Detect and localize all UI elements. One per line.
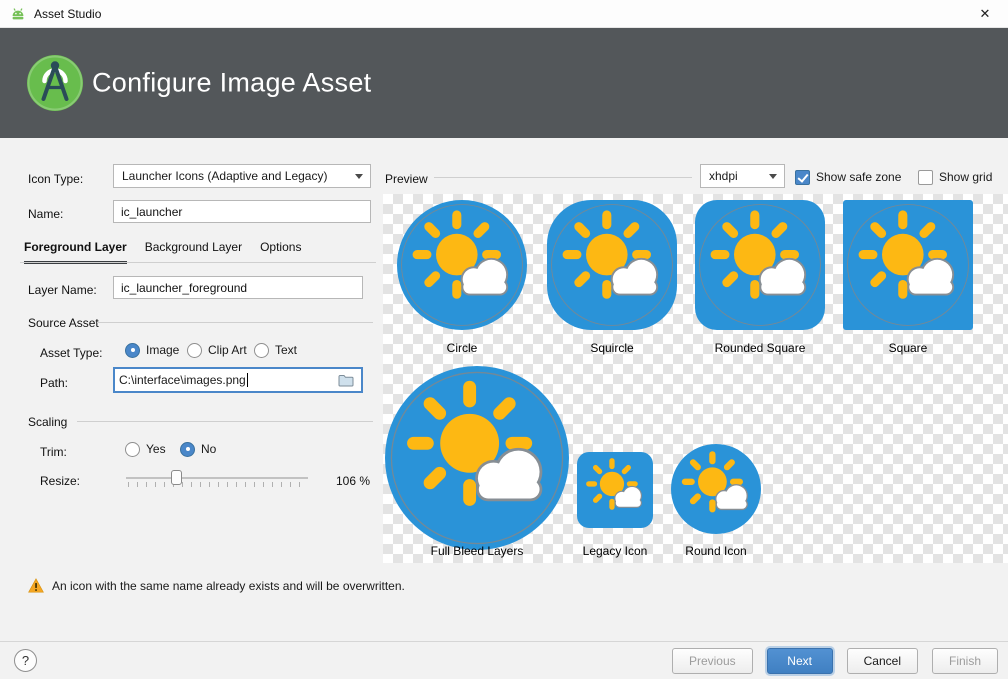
icon-type-select[interactable]: Launcher Icons (Adaptive and Legacy) xyxy=(113,164,371,188)
trim-radio-no[interactable]: No xyxy=(180,440,216,458)
close-button[interactable]: ✕ xyxy=(962,0,1008,28)
asset-type-label: Asset Type: xyxy=(40,344,102,362)
asset-type-radio-text[interactable]: Text xyxy=(254,341,297,359)
radio-icon xyxy=(187,343,202,358)
radio-label: Yes xyxy=(146,442,166,456)
tabs-separator xyxy=(20,262,376,263)
layer-tabs: Foreground Layer Background Layer Option… xyxy=(24,240,301,264)
icon-type-label: Icon Type: xyxy=(28,170,83,188)
trim-radio-yes[interactable]: Yes xyxy=(125,440,166,458)
show-grid-checkbox[interactable]: Show grid xyxy=(918,168,992,186)
slider-track[interactable] xyxy=(126,477,308,479)
resize-label: Resize: xyxy=(40,472,80,490)
preview-squircle-icon xyxy=(547,200,677,330)
source-asset-section-label: Source Asset xyxy=(28,314,99,332)
preview-label-rounded-square: Rounded Square xyxy=(695,341,825,355)
dialog-title: Configure Image Asset xyxy=(92,68,371,99)
android-studio-logo xyxy=(26,54,84,112)
preview-label-square: Square xyxy=(843,341,973,355)
radio-icon xyxy=(125,442,140,457)
preview-label-circle: Circle xyxy=(397,341,527,355)
titlebar: Asset Studio ✕ xyxy=(0,0,1008,28)
browse-button[interactable] xyxy=(335,370,357,390)
path-label: Path: xyxy=(40,374,68,392)
slider-thumb[interactable] xyxy=(171,470,182,485)
radio-label: Text xyxy=(275,343,297,357)
close-icon: ✕ xyxy=(980,6,991,21)
checkbox-icon xyxy=(795,170,810,185)
icon-type-value: Launcher Icons (Adaptive and Legacy) xyxy=(122,169,327,183)
asset-type-radio-image[interactable]: Image xyxy=(125,341,179,359)
preview-label-round: Round Icon xyxy=(651,544,781,558)
tab-foreground-layer[interactable]: Foreground Layer xyxy=(24,240,127,264)
name-value: ic_launcher xyxy=(121,205,182,219)
preview-rounded-square-icon xyxy=(695,200,825,330)
radio-label: Clip Art xyxy=(208,343,247,357)
name-input[interactable]: ic_launcher xyxy=(113,200,371,223)
asset-type-radio-clip-art[interactable]: Clip Art xyxy=(187,341,247,359)
show-safe-zone-checkbox[interactable]: Show safe zone xyxy=(795,168,901,186)
tab-background-layer[interactable]: Background Layer xyxy=(145,240,242,264)
checkbox-label: Show grid xyxy=(939,170,992,184)
android-icon xyxy=(10,6,26,22)
scaling-section-label: Scaling xyxy=(28,413,67,431)
preview-square-icon xyxy=(843,200,973,330)
radio-icon xyxy=(254,343,269,358)
preview-label-full-bleed: Full Bleed Layers xyxy=(385,544,569,558)
preview-canvas: Circle Squircle Rounded Square Square Fu… xyxy=(383,194,1008,563)
radio-icon xyxy=(125,343,140,358)
resize-value: 106 % xyxy=(322,472,370,490)
path-value: C:\interface\images.png xyxy=(119,373,246,387)
window-title: Asset Studio xyxy=(34,7,101,21)
preview-section-label: Preview xyxy=(385,170,428,188)
next-button[interactable]: Next xyxy=(767,648,833,674)
density-value: xhdpi xyxy=(709,169,738,183)
preview-full-bleed-icon xyxy=(385,366,569,550)
text-caret xyxy=(247,373,248,387)
checkbox-icon xyxy=(918,170,933,185)
warning-row: An icon with the same name already exist… xyxy=(28,578,405,593)
slider-ticks xyxy=(128,482,308,487)
preview-separator xyxy=(434,177,692,178)
preview-round-icon xyxy=(671,444,761,534)
checkbox-label: Show safe zone xyxy=(816,170,901,184)
source-asset-separator xyxy=(97,322,373,323)
radio-label: No xyxy=(201,442,216,456)
preview-legacy-icon xyxy=(577,452,653,528)
folder-icon xyxy=(338,374,354,387)
layer-name-value: ic_launcher_foreground xyxy=(121,281,247,295)
layer-name-label: Layer Name: xyxy=(28,281,97,299)
resize-slider[interactable] xyxy=(126,467,308,491)
trim-label: Trim: xyxy=(40,443,67,461)
warning-text: An icon with the same name already exist… xyxy=(52,579,405,593)
path-input[interactable]: C:\interface\images.png xyxy=(113,367,363,393)
previous-button[interactable]: Previous xyxy=(672,648,753,674)
preview-label-squircle: Squircle xyxy=(547,341,677,355)
finish-button[interactable]: Finish xyxy=(932,648,998,674)
warning-icon xyxy=(28,578,44,593)
asset-studio-window: Asset Studio ✕ Configure Image Asset Ico… xyxy=(0,0,1008,679)
chevron-down-icon xyxy=(355,174,363,179)
radio-label: Image xyxy=(146,343,179,357)
tab-options[interactable]: Options xyxy=(260,240,301,264)
chevron-down-icon xyxy=(769,174,777,179)
help-button[interactable]: ? xyxy=(14,649,37,672)
footer-bar: ? Previous Next Cancel Finish xyxy=(0,641,1008,679)
footer-buttons: Previous Next Cancel Finish xyxy=(672,648,998,674)
layer-name-input[interactable]: ic_launcher_foreground xyxy=(113,276,363,299)
preview-circle-icon xyxy=(397,200,527,330)
name-label: Name: xyxy=(28,205,63,223)
density-select[interactable]: xhdpi xyxy=(700,164,785,188)
radio-icon xyxy=(180,442,195,457)
scaling-separator xyxy=(77,421,373,422)
cancel-button[interactable]: Cancel xyxy=(847,648,918,674)
dialog-header: Configure Image Asset xyxy=(0,28,1008,138)
